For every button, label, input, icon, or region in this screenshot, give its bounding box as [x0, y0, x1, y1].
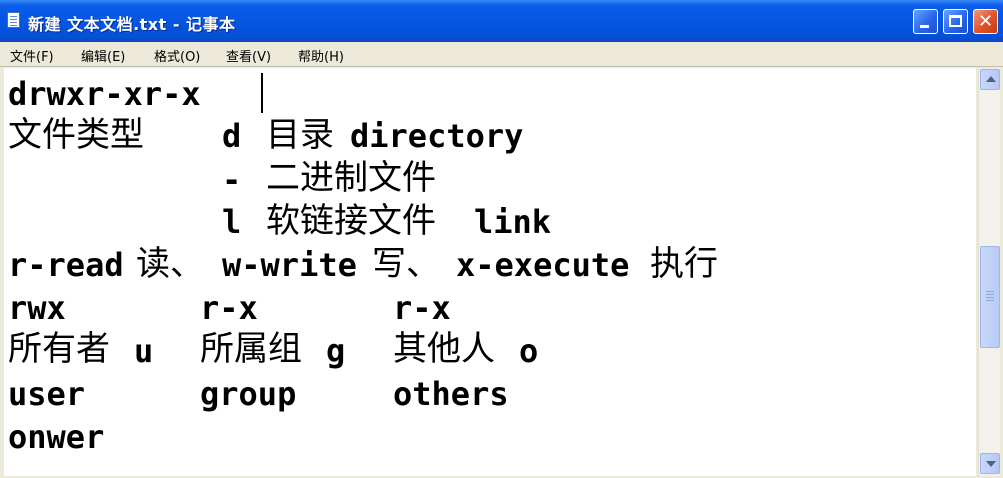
text-line: group: [200, 375, 297, 413]
text-line: others: [393, 375, 509, 413]
menu-file[interactable]: 文件(F): [10, 46, 54, 65]
menu-help[interactable]: 帮助(H): [298, 46, 344, 65]
notepad-icon: [7, 12, 20, 28]
text-line: r-x: [200, 289, 258, 327]
maximize-icon: [949, 15, 962, 27]
text-line: 读、: [136, 244, 204, 284]
grip-line: [986, 300, 994, 301]
text-line: r-read: [8, 246, 124, 284]
text-line: 软链接文件: [266, 201, 436, 241]
text-line: w-write: [222, 246, 357, 284]
text-line: 目录: [266, 115, 334, 155]
close-icon: ✕: [977, 11, 994, 32]
grip-line: [986, 297, 994, 298]
text-line: u: [134, 332, 154, 370]
text-line: 二进制文件: [266, 158, 436, 198]
vertical-scrollbar[interactable]: [978, 68, 1000, 476]
text-editor[interactable]: drwxr-xr-x 文件类型 d 目录 directory - 二进制文件 l…: [4, 68, 976, 476]
menu-bar: 文件(F) 编辑(E) 格式(O) 查看(V) 帮助(H): [0, 42, 1003, 67]
text-caret: [261, 73, 263, 113]
arrow-up-icon: [986, 76, 996, 82]
text-line: 其他人: [393, 329, 495, 369]
arrow-down-icon: [986, 461, 996, 467]
text-line: user: [8, 375, 86, 413]
window-title: 新建 文本文档.txt - 记事本: [28, 15, 236, 34]
menu-format[interactable]: 格式(O): [154, 46, 200, 65]
maximize-button[interactable]: [943, 9, 968, 34]
scroll-thumb[interactable]: [980, 246, 1000, 348]
menu-edit[interactable]: 编辑(E): [81, 46, 125, 65]
text-line: r-x: [393, 289, 451, 327]
text-line: directory: [350, 117, 524, 155]
text-line: rwx: [8, 289, 66, 327]
close-button[interactable]: ✕: [973, 9, 998, 34]
text-line: 执行: [650, 244, 718, 284]
scroll-down-button[interactable]: [980, 453, 1000, 474]
text-line: d: [222, 117, 242, 155]
menu-view[interactable]: 查看(V): [226, 46, 271, 65]
grip-line: [986, 294, 994, 295]
text-line: g: [326, 332, 346, 370]
minimize-button[interactable]: [913, 9, 938, 34]
text-line: 文件类型: [8, 115, 144, 155]
text-line: -: [222, 161, 242, 199]
text-line: 所属组: [200, 329, 302, 369]
title-bar: 新建 文本文档.txt - 记事本 ✕: [0, 0, 1003, 42]
text-line: 所有者: [8, 329, 110, 369]
text-line: x-execute: [456, 246, 630, 284]
text-line: 写、: [372, 244, 440, 284]
text-line: link: [474, 203, 552, 241]
minimize-icon: [920, 25, 929, 28]
text-line: l: [222, 203, 242, 241]
text-line: drwxr-xr-x: [8, 75, 201, 113]
text-line: onwer: [8, 418, 105, 456]
grip-line: [986, 291, 994, 292]
text-line: o: [519, 332, 539, 370]
scroll-up-button[interactable]: [980, 69, 1000, 90]
